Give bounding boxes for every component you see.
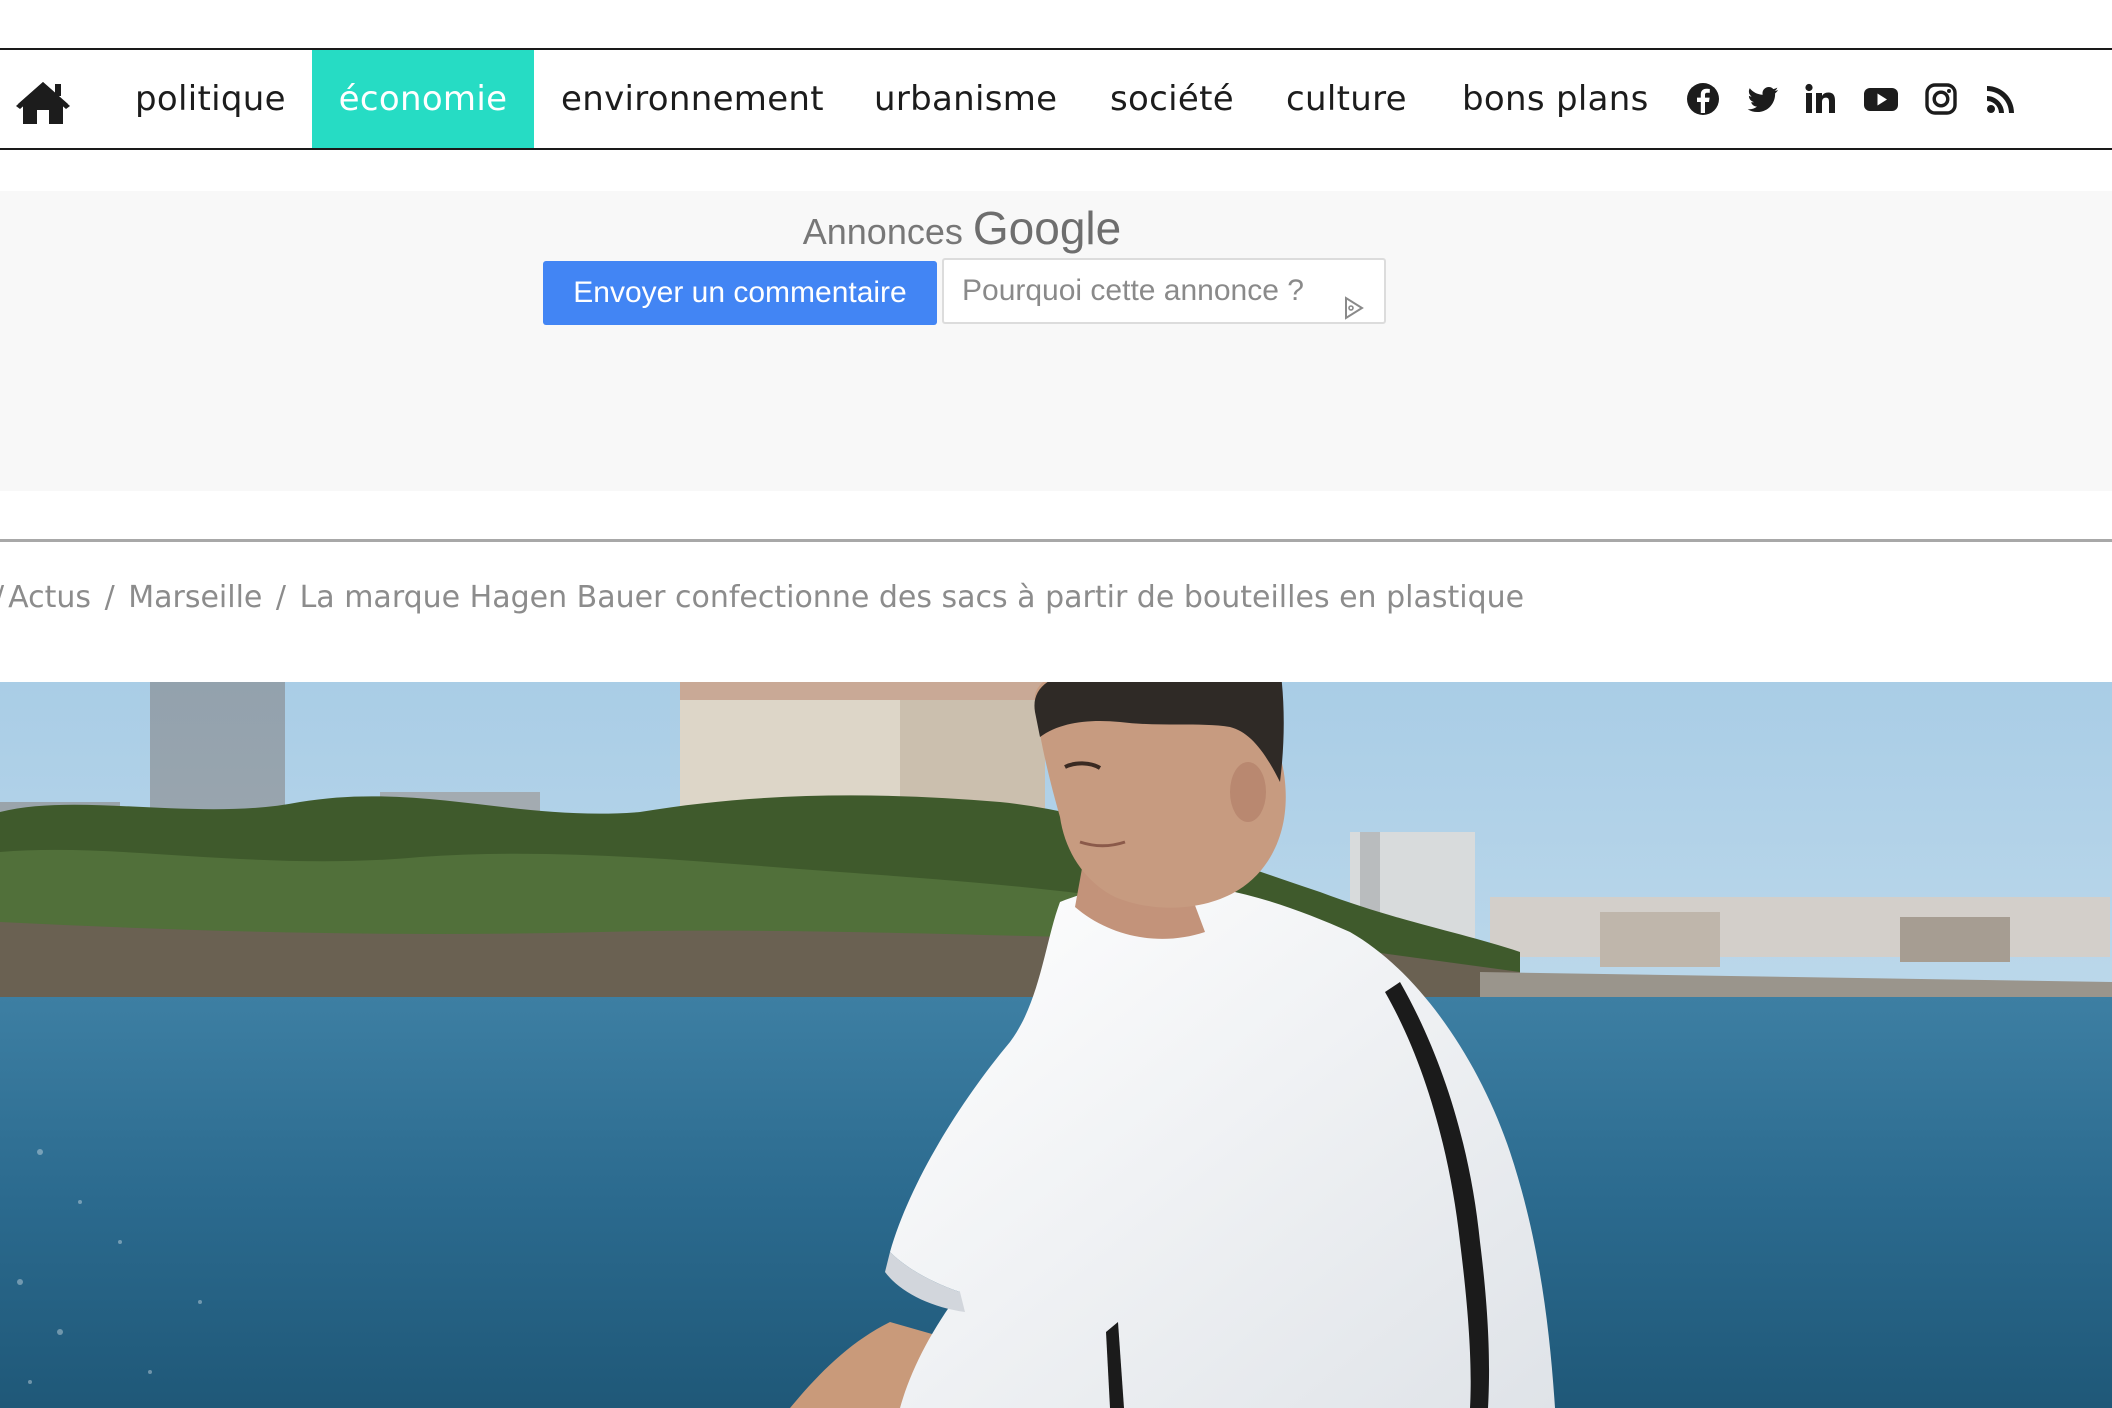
section-divider bbox=[0, 539, 2112, 542]
nav-item-environnement[interactable]: environnement bbox=[561, 50, 824, 148]
breadcrumb-marseille[interactable]: Marseille bbox=[128, 580, 262, 615]
ad-label-prefix: Annonces bbox=[802, 211, 963, 252]
breadcrumb-separator: / bbox=[0, 580, 4, 615]
why-this-ad-button[interactable]: Pourquoi cette annonce ? bbox=[942, 258, 1386, 324]
breadcrumb: /Actus / Marseille / La marque Hagen Bau… bbox=[0, 576, 1524, 620]
breadcrumb-current-article: La marque Hagen Bauer confectionne des s… bbox=[299, 580, 1525, 615]
nav-item-culture[interactable]: culture bbox=[1286, 50, 1407, 148]
nav-item-economie[interactable]: économie bbox=[312, 50, 534, 148]
why-this-ad-label: Pourquoi cette annonce ? bbox=[962, 274, 1304, 307]
instagram-icon[interactable] bbox=[1922, 80, 1960, 118]
breadcrumb-separator: / bbox=[275, 580, 287, 615]
send-feedback-button[interactable]: Envoyer un commentaire bbox=[543, 261, 937, 325]
article-hero-image bbox=[0, 682, 2112, 1408]
rss-icon[interactable] bbox=[1982, 80, 2020, 118]
linkedin-icon[interactable] bbox=[1802, 80, 1840, 118]
home-icon[interactable] bbox=[14, 78, 72, 126]
nav-item-societe[interactable]: société bbox=[1110, 50, 1234, 148]
breadcrumb-actus[interactable]: Actus bbox=[8, 580, 91, 615]
twitter-icon[interactable] bbox=[1744, 80, 1782, 118]
ad-label-brand: Google bbox=[972, 202, 1122, 254]
nav-item-politique[interactable]: politique bbox=[135, 50, 286, 148]
ad-label: Annonces Google bbox=[0, 201, 1924, 255]
main-navigation: politique économie environnement urbanis… bbox=[0, 48, 2112, 150]
facebook-icon[interactable] bbox=[1684, 80, 1722, 118]
breadcrumb-separator: / bbox=[104, 580, 115, 615]
ad-placeholder: Annonces Google Envoyer un commentaire P… bbox=[0, 191, 2112, 491]
nav-item-urbanisme[interactable]: urbanisme bbox=[874, 50, 1057, 148]
adchoices-icon bbox=[1342, 280, 1366, 320]
youtube-icon[interactable] bbox=[1862, 80, 1900, 118]
nav-item-bons-plans[interactable]: bons plans bbox=[1462, 50, 1649, 148]
